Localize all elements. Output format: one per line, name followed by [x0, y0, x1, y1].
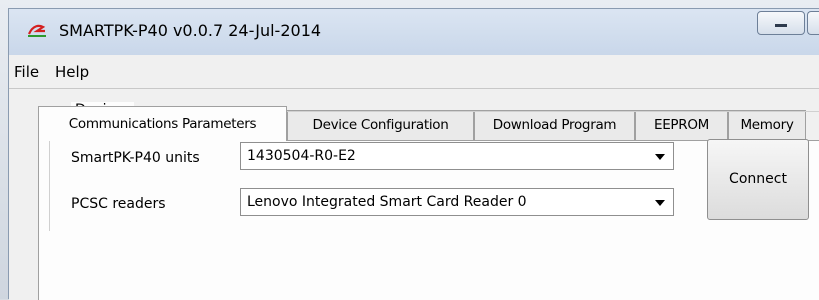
title-bar[interactable]: SMARTPK-P40 v0.0.7 24-Jul-2014: [9, 9, 819, 55]
tab-communications-parameters[interactable]: Communications Parameters: [38, 106, 287, 141]
units-dropdown[interactable]: 1430504-R0-E2: [240, 142, 674, 170]
chevron-down-icon: [655, 200, 665, 206]
app-logo-icon: [27, 24, 46, 37]
units-label: SmartPK-P40 units: [71, 150, 200, 166]
menu-bar: File Help: [9, 55, 819, 89]
maximize-button[interactable]: [807, 11, 819, 35]
readers-dropdown-value: Lenovo Integrated Smart Card Reader 0: [247, 194, 527, 210]
menu-help[interactable]: Help: [53, 63, 91, 81]
menu-file[interactable]: File: [12, 63, 41, 81]
connect-button[interactable]: Connect: [707, 139, 809, 220]
chevron-down-icon: [655, 154, 665, 160]
readers-label: PCSC readers: [71, 196, 166, 212]
units-dropdown-value: 1430504-R0-E2: [247, 148, 356, 164]
window-title: SMARTPK-P40 v0.0.7 24-Jul-2014: [59, 21, 322, 40]
app-window: SMARTPK-P40 v0.0.7 24-Jul-2014 File Help…: [8, 8, 819, 300]
minimize-icon: [775, 24, 787, 27]
minimize-button[interactable]: [757, 11, 805, 35]
readers-dropdown[interactable]: Lenovo Integrated Smart Card Reader 0: [240, 188, 674, 216]
